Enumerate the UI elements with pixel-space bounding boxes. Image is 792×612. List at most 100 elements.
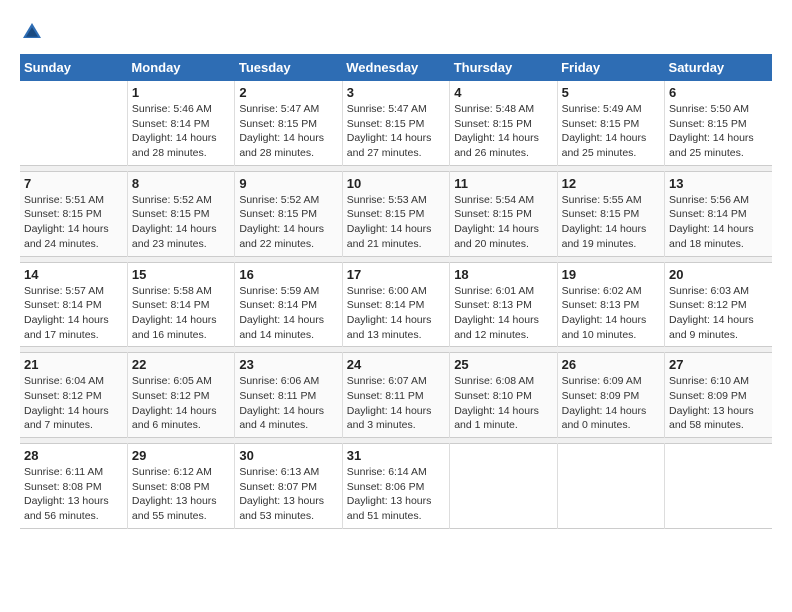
page-header [20, 20, 772, 44]
calendar-table: SundayMondayTuesdayWednesdayThursdayFrid… [20, 54, 772, 529]
day-number: 15 [132, 267, 230, 282]
day-number: 23 [239, 357, 337, 372]
day-number: 7 [24, 176, 123, 191]
logo-icon [20, 20, 44, 44]
day-info: Sunrise: 5:49 AM Sunset: 8:15 PM Dayligh… [562, 102, 660, 161]
week-row-4: 21 Sunrise: 6:04 AM Sunset: 8:12 PM Dayli… [20, 353, 772, 438]
header-thursday: Thursday [450, 54, 557, 81]
calendar-cell: 18 Sunrise: 6:01 AM Sunset: 8:13 PM Dayli… [450, 262, 557, 347]
day-number: 6 [669, 85, 768, 100]
day-info: Sunrise: 5:58 AM Sunset: 8:14 PM Dayligh… [132, 284, 230, 343]
calendar-cell [665, 444, 772, 529]
week-row-2: 7 Sunrise: 5:51 AM Sunset: 8:15 PM Daylig… [20, 171, 772, 256]
calendar-cell: 6 Sunrise: 5:50 AM Sunset: 8:15 PM Daylig… [665, 81, 772, 165]
day-info: Sunrise: 5:46 AM Sunset: 8:14 PM Dayligh… [132, 102, 230, 161]
calendar-cell: 27 Sunrise: 6:10 AM Sunset: 8:09 PM Dayli… [665, 353, 772, 438]
day-number: 30 [239, 448, 337, 463]
day-info: Sunrise: 5:47 AM Sunset: 8:15 PM Dayligh… [347, 102, 445, 161]
day-info: Sunrise: 6:13 AM Sunset: 8:07 PM Dayligh… [239, 465, 337, 524]
day-info: Sunrise: 5:52 AM Sunset: 8:15 PM Dayligh… [132, 193, 230, 252]
calendar-cell: 7 Sunrise: 5:51 AM Sunset: 8:15 PM Daylig… [20, 171, 127, 256]
day-info: Sunrise: 5:48 AM Sunset: 8:15 PM Dayligh… [454, 102, 552, 161]
calendar-cell: 15 Sunrise: 5:58 AM Sunset: 8:14 PM Dayli… [127, 262, 234, 347]
day-info: Sunrise: 6:10 AM Sunset: 8:09 PM Dayligh… [669, 374, 768, 433]
calendar-cell: 22Sunrise: 6:05 AM Sunset: 8:12 PM Dayli… [127, 353, 234, 438]
header-monday: Monday [127, 54, 234, 81]
calendar-cell: 5 Sunrise: 5:49 AM Sunset: 8:15 PM Daylig… [557, 81, 664, 165]
calendar-cell: 12 Sunrise: 5:55 AM Sunset: 8:15 PM Dayli… [557, 171, 664, 256]
day-info: Sunrise: 6:01 AM Sunset: 8:13 PM Dayligh… [454, 284, 552, 343]
day-number: 18 [454, 267, 552, 282]
day-number: 17 [347, 267, 445, 282]
day-number: 3 [347, 85, 445, 100]
calendar-cell: 1 Sunrise: 5:46 AM Sunset: 8:14 PM Daylig… [127, 81, 234, 165]
day-number: 16 [239, 267, 337, 282]
day-number: 8 [132, 176, 230, 191]
day-number: 2 [239, 85, 337, 100]
day-info: Sunrise: 5:59 AM Sunset: 8:14 PM Dayligh… [239, 284, 337, 343]
week-row-3: 14 Sunrise: 5:57 AM Sunset: 8:14 PM Dayli… [20, 262, 772, 347]
day-info: Sunrise: 6:09 AM Sunset: 8:09 PM Dayligh… [562, 374, 660, 433]
day-number: 26 [562, 357, 660, 372]
day-number: 27 [669, 357, 768, 372]
logo [20, 20, 48, 44]
day-number: 1 [132, 85, 230, 100]
calendar-cell: 3 Sunrise: 5:47 AM Sunset: 8:15 PM Daylig… [342, 81, 449, 165]
calendar-cell [557, 444, 664, 529]
header-saturday: Saturday [665, 54, 772, 81]
day-number: 21 [24, 357, 123, 372]
calendar-cell: 8 Sunrise: 5:52 AM Sunset: 8:15 PM Daylig… [127, 171, 234, 256]
day-info: Sunrise: 6:14 AM Sunset: 8:06 PM Dayligh… [347, 465, 445, 524]
calendar-cell: 24 Sunrise: 6:07 AM Sunset: 8:11 PM Dayli… [342, 353, 449, 438]
calendar-cell: 10Sunrise: 5:53 AM Sunset: 8:15 PM Dayli… [342, 171, 449, 256]
day-info: Sunrise: 6:00 AM Sunset: 8:14 PM Dayligh… [347, 284, 445, 343]
header-friday: Friday [557, 54, 664, 81]
calendar-cell: 26 Sunrise: 6:09 AM Sunset: 8:09 PM Dayli… [557, 353, 664, 438]
day-number: 19 [562, 267, 660, 282]
day-info: Sunrise: 6:08 AM Sunset: 8:10 PM Dayligh… [454, 374, 552, 433]
day-info: Sunrise: 6:03 AM Sunset: 8:12 PM Dayligh… [669, 284, 768, 343]
day-info: Sunrise: 6:02 AM Sunset: 8:13 PM Dayligh… [562, 284, 660, 343]
header-tuesday: Tuesday [235, 54, 342, 81]
day-info: Sunrise: 6:04 AM Sunset: 8:12 PM Dayligh… [24, 374, 123, 433]
day-number: 9 [239, 176, 337, 191]
calendar-cell: 29Sunrise: 6:12 AM Sunset: 8:08 PM Dayli… [127, 444, 234, 529]
calendar-cell: 23 Sunrise: 6:06 AM Sunset: 8:11 PM Dayli… [235, 353, 342, 438]
calendar-cell: 20 Sunrise: 6:03 AM Sunset: 8:12 PM Dayli… [665, 262, 772, 347]
calendar-cell: 17 Sunrise: 6:00 AM Sunset: 8:14 PM Dayli… [342, 262, 449, 347]
calendar-cell [450, 444, 557, 529]
day-info: Sunrise: 5:50 AM Sunset: 8:15 PM Dayligh… [669, 102, 768, 161]
day-number: 5 [562, 85, 660, 100]
calendar-cell: 9 Sunrise: 5:52 AM Sunset: 8:15 PM Daylig… [235, 171, 342, 256]
day-info: Sunrise: 6:06 AM Sunset: 8:11 PM Dayligh… [239, 374, 337, 433]
calendar-cell: 2Sunrise: 5:47 AM Sunset: 8:15 PM Daylig… [235, 81, 342, 165]
header-wednesday: Wednesday [342, 54, 449, 81]
calendar-cell: 30 Sunrise: 6:13 AM Sunset: 8:07 PM Dayli… [235, 444, 342, 529]
day-number: 12 [562, 176, 660, 191]
calendar-cell [20, 81, 127, 165]
calendar-cell: 13Sunrise: 5:56 AM Sunset: 8:14 PM Dayli… [665, 171, 772, 256]
day-number: 31 [347, 448, 445, 463]
day-info: Sunrise: 5:57 AM Sunset: 8:14 PM Dayligh… [24, 284, 123, 343]
day-info: Sunrise: 6:07 AM Sunset: 8:11 PM Dayligh… [347, 374, 445, 433]
week-row-5: 28Sunrise: 6:11 AM Sunset: 8:08 PM Dayli… [20, 444, 772, 529]
calendar-cell: 16 Sunrise: 5:59 AM Sunset: 8:14 PM Dayli… [235, 262, 342, 347]
day-info: Sunrise: 5:55 AM Sunset: 8:15 PM Dayligh… [562, 193, 660, 252]
day-number: 14 [24, 267, 123, 282]
day-number: 20 [669, 267, 768, 282]
calendar-cell: 28Sunrise: 6:11 AM Sunset: 8:08 PM Dayli… [20, 444, 127, 529]
calendar-cell: 14 Sunrise: 5:57 AM Sunset: 8:14 PM Dayli… [20, 262, 127, 347]
day-number: 25 [454, 357, 552, 372]
day-number: 11 [454, 176, 552, 191]
calendar-cell: 31 Sunrise: 6:14 AM Sunset: 8:06 PM Dayli… [342, 444, 449, 529]
calendar-cell: 19 Sunrise: 6:02 AM Sunset: 8:13 PM Dayli… [557, 262, 664, 347]
day-info: Sunrise: 5:54 AM Sunset: 8:15 PM Dayligh… [454, 193, 552, 252]
calendar-cell: 4Sunrise: 5:48 AM Sunset: 8:15 PM Daylig… [450, 81, 557, 165]
day-number: 13 [669, 176, 768, 191]
day-info: Sunrise: 5:51 AM Sunset: 8:15 PM Dayligh… [24, 193, 123, 252]
week-row-1: 1 Sunrise: 5:46 AM Sunset: 8:14 PM Daylig… [20, 81, 772, 165]
calendar-cell: 25 Sunrise: 6:08 AM Sunset: 8:10 PM Dayli… [450, 353, 557, 438]
day-info: Sunrise: 5:52 AM Sunset: 8:15 PM Dayligh… [239, 193, 337, 252]
day-info: Sunrise: 6:05 AM Sunset: 8:12 PM Dayligh… [132, 374, 230, 433]
day-number: 24 [347, 357, 445, 372]
